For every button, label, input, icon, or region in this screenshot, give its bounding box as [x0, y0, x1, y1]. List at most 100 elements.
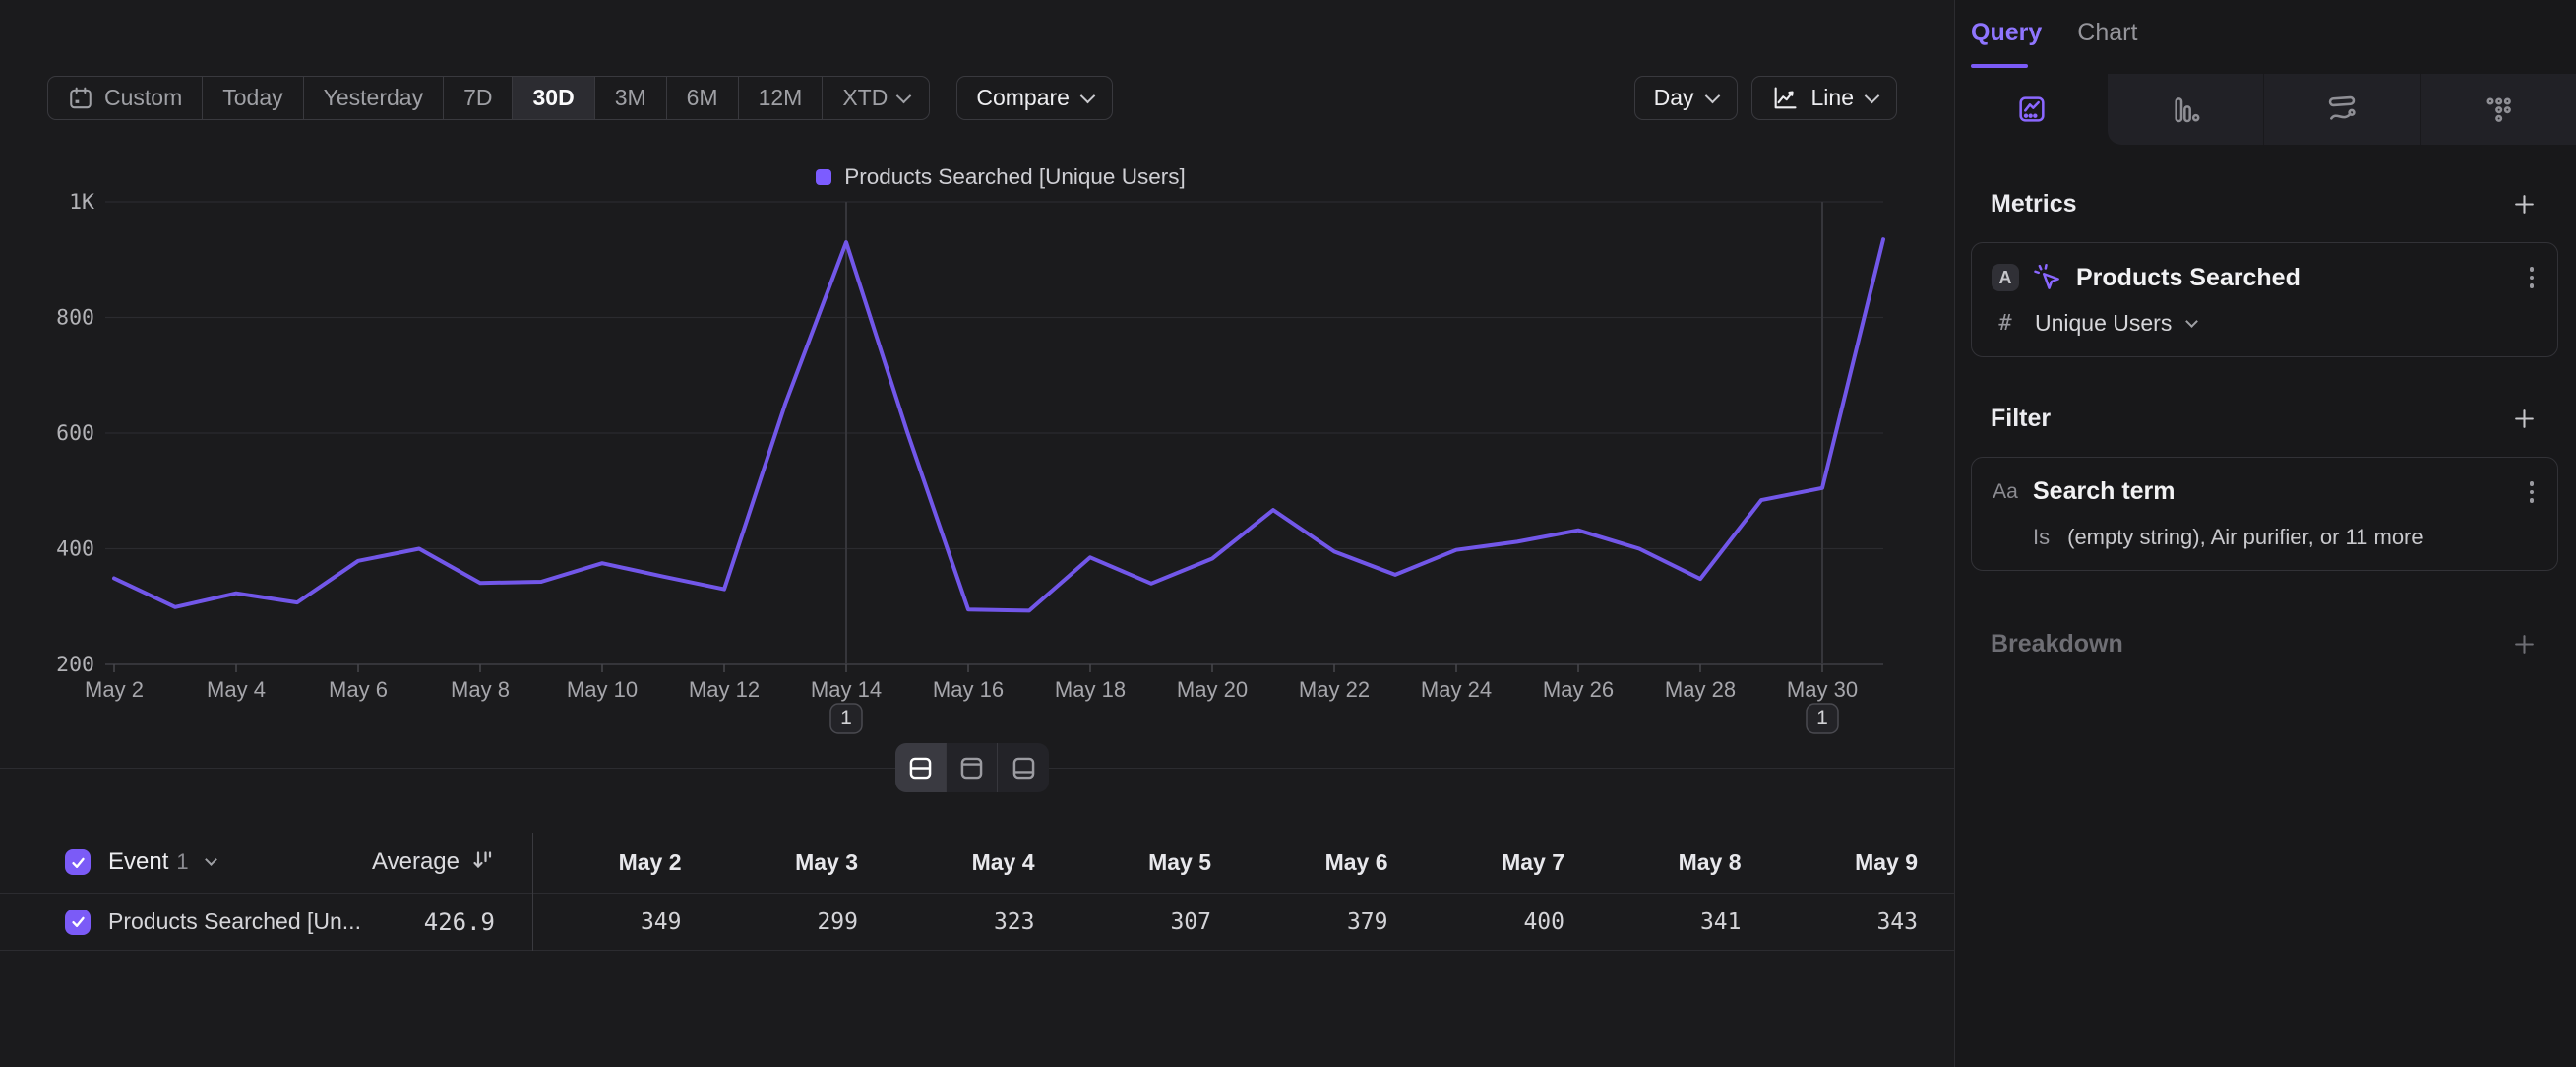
report-tab-retention[interactable] [2420, 74, 2576, 145]
date-column-header[interactable]: May 6 [1239, 849, 1416, 876]
range-3m[interactable]: 3M [595, 77, 667, 119]
tab-chart[interactable]: Chart [2077, 19, 2137, 47]
granularity-button[interactable]: Day [1634, 76, 1738, 120]
cell-value: 379 [1239, 910, 1416, 935]
sort-descending-icon[interactable] [471, 848, 495, 877]
event-column-header[interactable]: Event [108, 848, 168, 876]
metric-card[interactable]: A Products Searched # Unique Users [1971, 242, 2558, 357]
range-6m[interactable]: 6M [667, 77, 739, 119]
report-type-tabs [1955, 74, 2576, 145]
date-values: 349299323307379400341343 [532, 910, 1945, 935]
range-xtd[interactable]: XTD [823, 77, 929, 119]
add-breakdown-button[interactable] [2512, 632, 2537, 657]
range-12m[interactable]: 12M [739, 77, 824, 119]
select-all-checkbox[interactable] [65, 849, 91, 875]
filter-section-header: Filter [1991, 405, 2537, 433]
filter-values[interactable]: (empty string), Air purifier, or 11 more [2067, 525, 2423, 550]
range-yesterday[interactable]: Yesterday [304, 77, 444, 119]
chevron-down-icon [1080, 88, 1096, 103]
report-tab-flows[interactable] [2263, 74, 2420, 145]
insights-icon [2016, 94, 2048, 125]
date-column-header[interactable]: May 7 [1416, 849, 1593, 876]
table-only-view-button[interactable] [998, 743, 1049, 792]
filter-card[interactable]: Aa Search term Is (empty string), Air pu… [1971, 457, 2558, 571]
annotation-count: 1 [1816, 707, 1828, 729]
report-tab-bar-chart[interactable] [2108, 74, 2263, 145]
date-column-header[interactable]: May 5 [1063, 849, 1240, 876]
date-range-group: CustomTodayYesterday7D30D3M6M12MXTD [47, 76, 930, 120]
split-view-button[interactable] [895, 743, 947, 792]
date-column-header[interactable]: May 9 [1769, 849, 1946, 876]
query-panel: Query Chart Metrics A Products Searched [1954, 0, 2576, 1067]
string-property-icon: Aa [1992, 480, 2019, 504]
panel-tabs: Query Chart [1955, 0, 2576, 74]
chevron-down-icon [1865, 88, 1880, 103]
pointer-sparkle-icon [2033, 263, 2062, 292]
chart-display-controls: Day Line [1634, 76, 1897, 120]
cell-value: 343 [1769, 910, 1946, 935]
report-tab-insights[interactable] [1955, 74, 2108, 145]
x-axis-label: May 10 [567, 677, 638, 702]
aggregation-type-icon: # [1992, 311, 2019, 336]
cell-value: 341 [1592, 910, 1769, 935]
date-column-header[interactable]: May 8 [1592, 849, 1769, 876]
cell-value: 323 [886, 910, 1063, 935]
x-axis-label: May 2 [85, 677, 144, 702]
main-area: CustomTodayYesterday7D30D3M6M12MXTD Comp… [0, 0, 1954, 1067]
series-letter-badge: A [1992, 264, 2019, 291]
active-tab-underline [1971, 64, 2028, 68]
x-axis-label: May 30 [1787, 677, 1858, 702]
retention-icon [2483, 94, 2514, 125]
filter-heading: Filter [1991, 405, 2051, 433]
event-count: 1 [176, 849, 188, 875]
metric-event-name[interactable]: Products Searched [2076, 264, 2300, 292]
add-filter-button[interactable] [2512, 407, 2537, 431]
aggregation-selector[interactable]: Unique Users [2035, 310, 2172, 337]
results-table: Event 1 Average May 2May 3May 4May 5May … [0, 832, 1954, 951]
date-column-header[interactable]: May 2 [532, 849, 709, 876]
kebab-menu-icon[interactable] [2526, 477, 2539, 507]
series-name: Products Searched [Un... [108, 909, 361, 935]
average-column-header[interactable]: Average [372, 848, 460, 876]
average-value: 426.9 [424, 909, 495, 936]
x-axis-label: May 16 [933, 677, 1004, 702]
filter-property-name[interactable]: Search term [2033, 477, 2176, 506]
table-row[interactable]: Products Searched [Un... 426.9 349299323… [0, 894, 1954, 951]
range-7d[interactable]: 7D [444, 77, 513, 119]
range-custom[interactable]: Custom [48, 77, 203, 119]
row-checkbox[interactable] [65, 910, 91, 935]
date-column-headers: May 2May 3May 4May 5May 6May 7May 8May 9 [532, 849, 1945, 876]
column-divider [532, 833, 533, 951]
bar-chart-icon [2170, 94, 2201, 125]
granularity-label: Day [1654, 85, 1694, 111]
breakdown-heading: Breakdown [1991, 630, 2123, 659]
x-axis-label: May 18 [1055, 677, 1126, 702]
x-axis-label: May 28 [1665, 677, 1736, 702]
cell-value: 307 [1063, 910, 1240, 935]
tab-query[interactable]: Query [1971, 19, 2042, 47]
date-column-header[interactable]: May 3 [709, 849, 887, 876]
add-metric-button[interactable] [2512, 192, 2537, 217]
kebab-menu-icon[interactable] [2526, 263, 2539, 292]
filter-operator[interactable]: Is [2033, 525, 2050, 550]
x-axis-label: May 12 [689, 677, 760, 702]
trend-chart[interactable]: 2004006008001KMay 2May 4May 6May 8May 10… [0, 128, 1954, 740]
compare-label: Compare [976, 85, 1070, 111]
flows-icon [2326, 94, 2358, 125]
chart-type-button[interactable]: Line [1751, 76, 1897, 120]
y-axis-label: 800 [56, 306, 94, 331]
trend-line[interactable] [114, 239, 1883, 610]
x-axis-label: May 20 [1177, 677, 1248, 702]
chevron-down-icon[interactable] [205, 853, 217, 866]
compare-button[interactable]: Compare [956, 76, 1113, 120]
range-today[interactable]: Today [203, 77, 303, 119]
date-column-header[interactable]: May 4 [886, 849, 1063, 876]
chart-type-label: Line [1811, 85, 1854, 111]
y-axis-label: 400 [56, 537, 94, 562]
x-axis-label: May 8 [451, 677, 510, 702]
chart-only-view-button[interactable] [947, 743, 998, 792]
breakdown-section-header: Breakdown [1991, 630, 2537, 659]
range-30d[interactable]: 30D [513, 77, 594, 119]
date-range-controls: CustomTodayYesterday7D30D3M6M12MXTD Comp… [47, 76, 1113, 120]
chevron-down-icon [1704, 88, 1720, 103]
